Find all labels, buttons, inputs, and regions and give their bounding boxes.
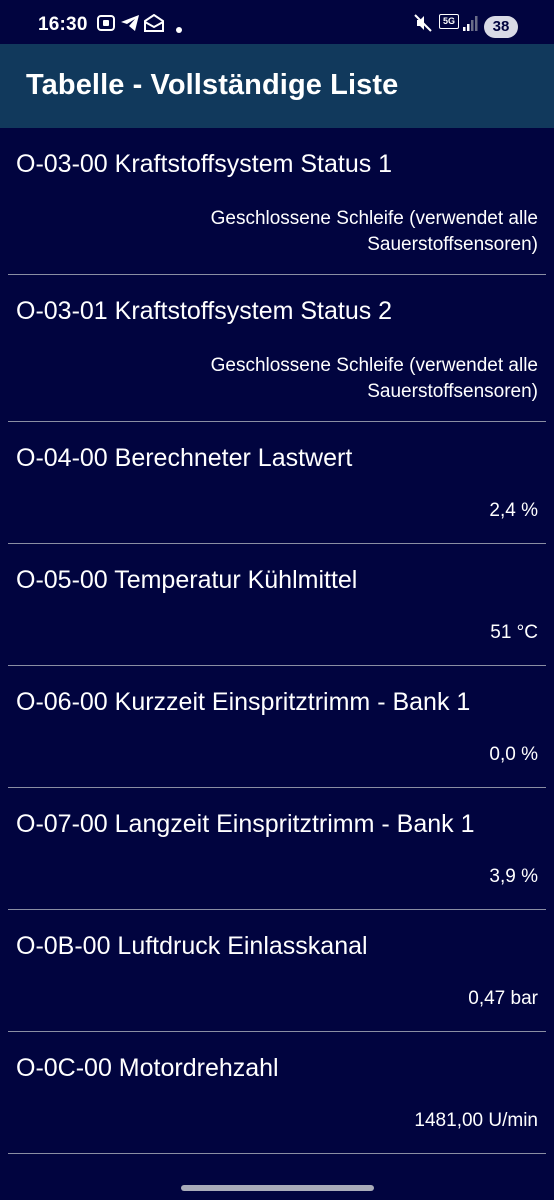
- network-label: 5G: [442, 16, 455, 26]
- home-indicator[interactable]: [181, 1185, 374, 1191]
- list-item-title: O-06-00 Kurzzeit Einspritztrimm - Bank 1: [16, 688, 471, 716]
- list-item[interactable]: O-0C-00 Motordrehzahl 1481,00 U/min: [8, 1032, 546, 1154]
- status-bar: 16:30 5G 38: [0, 0, 554, 44]
- list-item-title: O-04-00 Berechneter Lastwert: [16, 444, 353, 472]
- list-item[interactable]: O-07-00 Langzeit Einspritztrimm - Bank 1…: [8, 788, 546, 910]
- signal-icon: [463, 16, 478, 31]
- list-item-value: 0,47 bar: [468, 988, 538, 1009]
- list-item[interactable]: O-06-00 Kurzzeit Einspritztrimm - Bank 1…: [8, 666, 546, 788]
- battery-level: 38: [492, 18, 510, 35]
- list-item-value-line: Geschlossene Schleife (verwendet alle: [210, 355, 538, 376]
- list-item-title: O-03-00 Kraftstoffsystem Status 1: [16, 150, 393, 178]
- list-item-title: O-05-00 Temperatur Kühlmittel: [16, 566, 358, 594]
- list-item[interactable]: O-03-00 Kraftstoffsystem Status 1 Geschl…: [8, 128, 546, 275]
- list-item-value: 51 °C: [490, 622, 538, 643]
- mail-icon: [144, 14, 164, 32]
- page-title: Tabelle - Vollständige Liste: [26, 69, 399, 101]
- list-item-value-line: Sauerstoffsensoren): [367, 234, 538, 255]
- notification-dot-icon: [176, 27, 182, 33]
- list-item[interactable]: O-0B-00 Luftdruck Einlasskanal 0,47 bar: [8, 910, 546, 1032]
- list-item[interactable]: O-04-00 Berechneter Lastwert 2,4 %: [8, 422, 546, 544]
- list-item-title: O-07-00 Langzeit Einspritztrimm - Bank 1: [16, 810, 475, 838]
- screenshot-icon: [97, 15, 115, 31]
- list-item[interactable]: O-05-00 Temperatur Kühlmittel 51 °C: [8, 544, 546, 666]
- list-item-value: 1481,00 U/min: [414, 1110, 538, 1131]
- battery-badge: 38: [484, 16, 518, 38]
- telegram-icon: [121, 15, 139, 31]
- parameter-list: O-03-00 Kraftstoffsystem Status 1 Geschl…: [0, 128, 554, 1154]
- list-item-value: 3,9 %: [489, 866, 538, 887]
- list-item-value-line: Geschlossene Schleife (verwendet alle: [210, 208, 538, 229]
- list-item-value-line: Sauerstoffsensoren): [367, 381, 538, 402]
- app-bar: Tabelle - Vollständige Liste: [0, 44, 554, 128]
- network-5g-indicator: 5G: [439, 14, 459, 29]
- list-item-value: 0,0 %: [489, 744, 538, 765]
- list-item-title: O-0B-00 Luftdruck Einlasskanal: [16, 932, 368, 960]
- list-item-value: Geschlossene Schleife (verwendet alle Sa…: [211, 353, 538, 405]
- list-item-value: 2,4 %: [489, 500, 538, 521]
- list-item-title: O-03-01 Kraftstoffsystem Status 2: [16, 297, 393, 325]
- list-item-value: Geschlossene Schleife (verwendet alle Sa…: [211, 206, 538, 258]
- list-item[interactable]: O-03-01 Kraftstoffsystem Status 2 Geschl…: [8, 275, 546, 422]
- mute-icon: [414, 14, 432, 32]
- status-time: 16:30: [38, 14, 88, 35]
- list-item-title: O-0C-00 Motordrehzahl: [16, 1054, 279, 1082]
